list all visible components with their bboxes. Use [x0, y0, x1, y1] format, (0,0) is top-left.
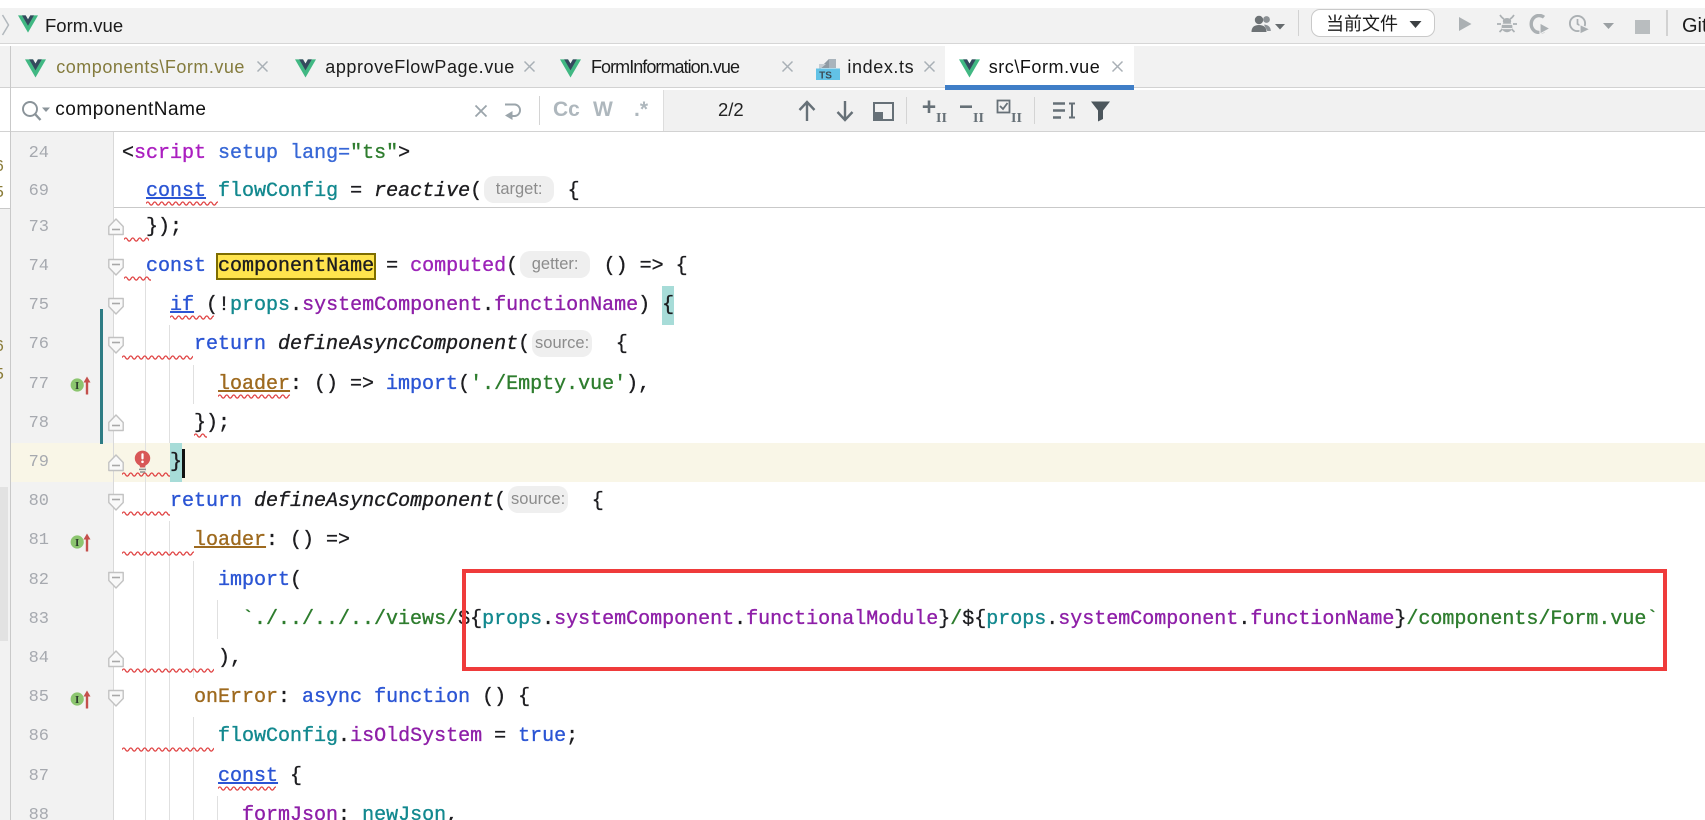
svg-text:I: I	[75, 380, 79, 392]
svg-text:I: I	[75, 694, 79, 706]
svg-text:II: II	[936, 111, 947, 124]
svg-text:II: II	[1011, 111, 1022, 124]
svg-text:I: I	[75, 537, 79, 549]
svg-text:TS: TS	[819, 70, 832, 81]
svg-text:II: II	[973, 111, 984, 124]
